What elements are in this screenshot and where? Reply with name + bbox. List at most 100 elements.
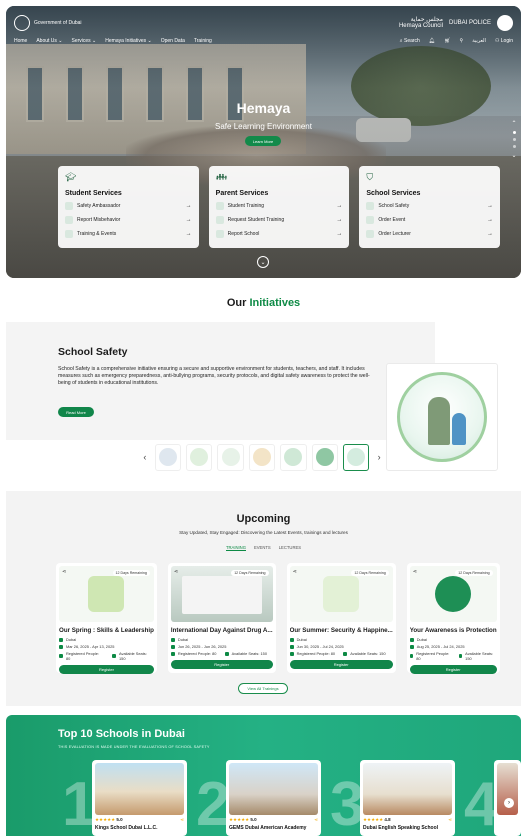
events-icon: [65, 230, 73, 238]
tab-events[interactable]: EVENTS: [254, 545, 271, 551]
event-cards: ⋖ 12 Days Remaining Our Spring : Skills …: [56, 563, 500, 674]
service-link[interactable]: Safety Ambassador →: [65, 201, 192, 211]
chevron-left-icon[interactable]: ‹: [140, 452, 150, 462]
arrow-right-icon: →: [185, 231, 192, 237]
search-button[interactable]: ⌕ Search: [400, 38, 420, 44]
order-event-icon: [366, 216, 375, 224]
event-image: ⋖ 12 Days Remaining: [59, 566, 154, 622]
scroll-down-icon[interactable]: ⌄: [257, 256, 269, 268]
register-button[interactable]: Register: [409, 665, 497, 674]
initiative-logo[interactable]: [186, 443, 213, 471]
login-button[interactable]: ⚇ Login: [495, 38, 513, 44]
chevron-right-icon[interactable]: ›: [374, 452, 384, 462]
chevron-down-icon[interactable]: ⌄: [511, 152, 516, 159]
tab-lectures[interactable]: LECTURES: [279, 545, 301, 551]
seat-icon: [458, 654, 463, 658]
service-link[interactable]: Report School →: [215, 229, 342, 239]
arrow-right-icon: →: [185, 203, 192, 209]
people-icon: [289, 651, 294, 656]
upcoming-subtitle: Stay Updated, Stay Engaged: Discovering …: [179, 530, 348, 535]
cart-icon[interactable]: 🛒︎: [444, 38, 450, 44]
share-icon[interactable]: ⋖: [314, 817, 318, 823]
tab-training[interactable]: TRAINING: [225, 545, 246, 551]
seat-icon: [343, 651, 348, 656]
nav-initiatives[interactable]: Hemaya Initiatives ⌄: [105, 38, 151, 44]
calendar-icon: [59, 644, 63, 649]
days-remaining-badge: 12 Days Remaining: [455, 570, 493, 576]
slide-dot[interactable]: [512, 145, 516, 148]
service-link[interactable]: Order Event →: [366, 215, 493, 225]
lecturer-icon: [366, 230, 375, 238]
initiative-logo-carousel: ‹ ›: [140, 443, 384, 471]
nav-services[interactable]: Services ⌄: [72, 38, 97, 44]
event-image: ⋖ 12 Days Remaining: [170, 566, 273, 622]
calendar-icon: [409, 644, 414, 649]
ambassador-icon: [65, 202, 73, 210]
initiatives-title: Our Initiatives: [226, 297, 301, 309]
report-school-icon: [215, 230, 224, 238]
register-button[interactable]: Register: [170, 660, 273, 669]
service-link[interactable]: Order Lecturer →: [366, 229, 493, 239]
event-card: ⋖ 12 Days Remaining Our Summer: Security…: [286, 563, 396, 673]
nav-home[interactable]: Home: [14, 38, 27, 44]
police-emblem-icon: [497, 15, 513, 31]
share-icon[interactable]: ⋖: [413, 569, 417, 575]
learn-more-button[interactable]: Learn More: [245, 136, 281, 146]
training-icon: [215, 202, 224, 210]
slide-dot[interactable]: [512, 138, 516, 141]
government-logo[interactable]: Government of Dubai: [14, 15, 82, 31]
calendar-icon: [170, 644, 175, 649]
event-card: ⋖ 12 Days Remaining Your Awareness is Pr…: [406, 563, 500, 674]
report-icon: [65, 216, 73, 224]
slider-dots: ⌃ ⌄: [511, 120, 517, 159]
slide-dot[interactable]: [512, 131, 516, 134]
register-button[interactable]: Register: [289, 660, 393, 669]
school-card[interactable]: ★★★★★ 5.0 ⋖ Kings School Dubai L.L.C.: [92, 760, 187, 836]
event-title: Our Summer: Security & Happine...: [289, 627, 393, 634]
chevron-right-icon[interactable]: ›: [504, 798, 514, 808]
share-icon[interactable]: ⋖: [180, 817, 184, 823]
initiative-logo[interactable]: [154, 443, 182, 471]
read-more-button[interactable]: Read More: [58, 407, 94, 417]
initiative-logo[interactable]: [311, 443, 338, 471]
notification-icon[interactable]: 🔔︎: [429, 38, 435, 44]
seat-icon: [224, 651, 229, 656]
nav-training[interactable]: Training: [194, 38, 212, 44]
share-icon[interactable]: ⋖: [62, 569, 66, 575]
school-image: [95, 763, 184, 815]
event-title: Your Awareness is Protection: [409, 627, 497, 634]
initiative-logo-selected[interactable]: [342, 443, 370, 471]
people-icon: [409, 654, 414, 658]
school-card[interactable]: ★★★★★ 5.0 ⋖ GEMS Dubai American Academy: [226, 760, 321, 836]
people-icon: [170, 651, 175, 656]
crest-icon: [14, 15, 30, 31]
nav-about[interactable]: About Us ⌄: [36, 38, 62, 44]
rating-stars-icon: ★★★★★ 4.8: [363, 817, 391, 822]
service-link[interactable]: Training & Events →: [65, 229, 192, 239]
service-link[interactable]: Request Student Training →: [215, 215, 343, 225]
share-icon[interactable]: ⋖: [174, 569, 178, 575]
initiative-logo[interactable]: [280, 443, 307, 471]
upcoming-tabs: TRAINING EVENTS LECTURES: [0, 545, 527, 551]
service-link[interactable]: Student Training →: [215, 201, 342, 211]
view-all-trainings-button[interactable]: View All Trainings: [238, 683, 288, 694]
nav-open-data[interactable]: Open Data: [161, 38, 185, 44]
register-button[interactable]: Register: [59, 665, 154, 674]
initiative-logo[interactable]: [248, 443, 276, 471]
hemaya-logo[interactable]: مجلس حماية Hemaya Council DUBAI POLICE: [399, 15, 513, 31]
hero-subtitle: Safe Learning Environment: [215, 122, 312, 131]
share-icon[interactable]: ⋖: [448, 817, 452, 823]
accessibility-icon[interactable]: ⚲: [460, 38, 464, 44]
chevron-up-icon[interactable]: ⌃: [511, 120, 516, 127]
school-safety-image: [386, 363, 498, 471]
share-icon[interactable]: ⋖: [293, 569, 297, 575]
service-link[interactable]: School Safety →: [366, 201, 493, 211]
initiative-logo[interactable]: [217, 443, 244, 471]
hero-title: Hemaya: [236, 100, 291, 116]
language-toggle[interactable]: العربية: [472, 38, 486, 44]
calendar-icon: [289, 644, 294, 649]
arrow-right-icon: →: [336, 217, 343, 223]
school-card[interactable]: ★★★★★ 4.8 ⋖ Dubai English Speaking School: [360, 760, 455, 836]
service-link[interactable]: Report Misbehavior →: [65, 215, 192, 225]
request-icon: [215, 216, 224, 224]
